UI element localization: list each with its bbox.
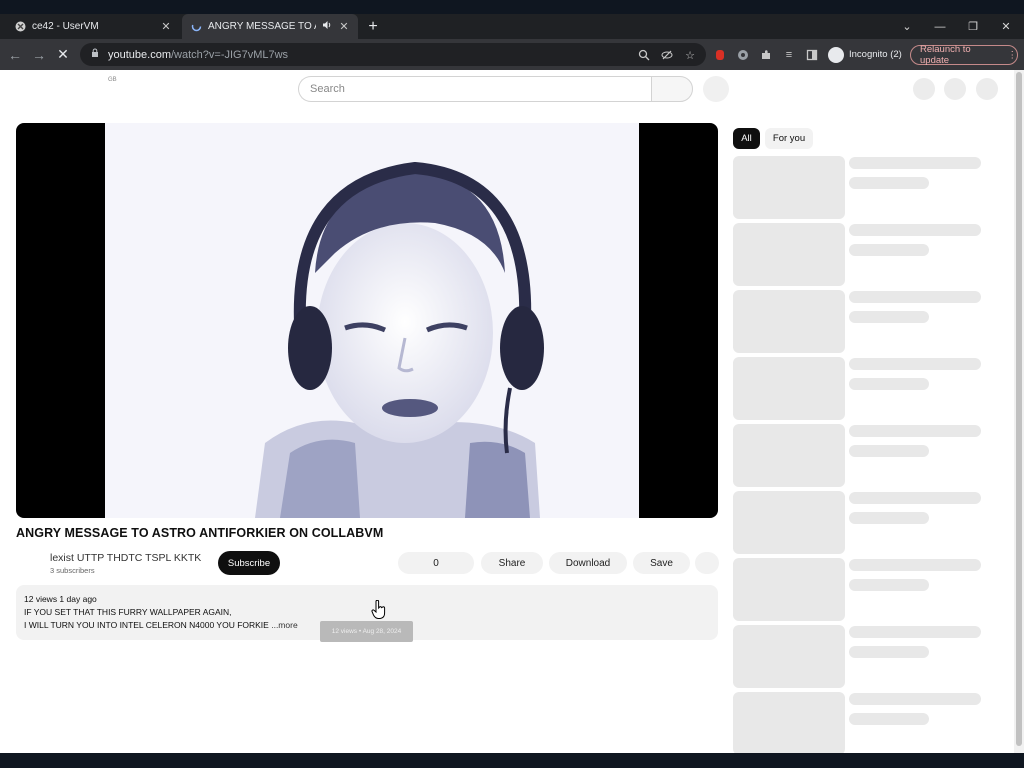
recommendation-skeleton[interactable] (733, 625, 983, 688)
kebab-menu-icon[interactable]: ⋮ (1008, 50, 1018, 61)
tab-close-icon[interactable]: ✕ (160, 20, 172, 33)
eye-off-icon[interactable] (659, 47, 675, 63)
url-path: /watch?v=-JIG7vML7ws (170, 48, 289, 61)
site-favicon-icon (14, 21, 26, 33)
channel-subscriber-count: 3 subscribers (50, 566, 95, 575)
video-frame (105, 123, 639, 518)
recommendation-skeleton[interactable] (733, 156, 983, 219)
save-button[interactable]: Save (633, 552, 690, 574)
media-controls-icon[interactable]: ≡ (781, 47, 797, 63)
site-info-icon[interactable] (90, 48, 100, 61)
minimize-icon[interactable]: — (925, 14, 955, 39)
create-button-placeholder[interactable] (913, 78, 935, 100)
search-box[interactable] (298, 76, 652, 102)
like-button[interactable]: 0 (398, 552, 474, 574)
extensions-puzzle-icon[interactable] (758, 47, 774, 63)
recommendation-skeleton[interactable] (733, 424, 983, 487)
tab-strip: ce42 - UserVM ✕ ANGRY MESSAGE TO ASTRO ✕ (0, 14, 1024, 39)
audio-playing-icon[interactable] (322, 20, 332, 33)
loading-spinner-icon (190, 21, 202, 33)
share-button[interactable]: Share (481, 552, 543, 574)
video-title: ANGRY MESSAGE TO ASTRO ANTIFORKIER ON CO… (16, 526, 384, 540)
address-bar[interactable]: youtube.com/watch?v=-JIG7vML7ws (80, 43, 706, 66)
tab-label: ce42 - UserVM (32, 21, 99, 32)
close-window-icon[interactable]: ✕ (991, 14, 1021, 39)
notifications-button-placeholder[interactable] (944, 78, 966, 100)
view-count-date: 12 views 1 day ago (24, 594, 97, 604)
browser-toolbar: ← → ✕ youtube.com/watch?v=-JIG7vML7ws ☆ … (0, 39, 1024, 70)
recommendation-skeleton[interactable] (733, 692, 983, 753)
recommendation-skeleton[interactable] (733, 290, 983, 353)
extension-red-icon[interactable] (712, 47, 728, 63)
description-line-1: IF YOU SET THAT THIS FURRY WALLPAPER AGA… (24, 607, 232, 617)
avatar-placeholder[interactable] (976, 78, 998, 100)
incognito-indicator[interactable]: Incognito (2) (828, 45, 902, 64)
relaunch-update-button[interactable]: Relaunch to update ⋮ (910, 44, 1018, 66)
chip-all[interactable]: All (733, 128, 760, 149)
recommendation-skeleton[interactable] (733, 491, 983, 554)
incognito-label: Incognito (2) (849, 49, 902, 60)
hand-cursor-icon (371, 599, 387, 625)
scrollbar-thumb[interactable] (1016, 72, 1022, 746)
search-input[interactable] (310, 83, 652, 95)
zoom-icon[interactable] (636, 47, 652, 63)
show-more-link[interactable]: ...more (271, 620, 297, 630)
back-arrow-icon[interactable]: ← (4, 39, 26, 70)
search-button[interactable] (651, 76, 693, 102)
channel-name[interactable]: lexist UTTP THDTC TSPL KKTK (50, 552, 201, 564)
recommendation-skeleton[interactable] (733, 357, 983, 420)
bottom-bar (0, 753, 1024, 768)
tab-close-icon[interactable]: ✕ (338, 20, 350, 33)
new-tab-button[interactable]: + (364, 14, 382, 39)
side-panel-icon[interactable] (804, 47, 820, 63)
extension-grey-icon[interactable] (735, 47, 751, 63)
restore-icon[interactable]: ❐ (958, 14, 988, 39)
chip-for-you[interactable]: For you (765, 128, 813, 149)
voice-search-button[interactable] (703, 76, 729, 102)
recommendation-skeleton[interactable] (733, 223, 983, 286)
tab-youtube-video[interactable]: ANGRY MESSAGE TO ASTRO ✕ (182, 14, 358, 39)
person-with-headphones-image (105, 123, 639, 518)
forward-arrow-icon[interactable]: → (28, 39, 50, 70)
logo-region-label: GB (108, 77, 117, 83)
subscribe-button[interactable]: Subscribe (218, 551, 280, 575)
tab-label: ANGRY MESSAGE TO ASTRO (208, 21, 316, 32)
youtube-page: GB Search ANGRY MESSAGE TO ASTRO ANTIFOR… (0, 70, 1014, 753)
url-host: youtube.com (108, 48, 171, 61)
date-tooltip: 12 views • Aug 28, 2024 (320, 621, 413, 642)
video-player[interactable] (16, 123, 718, 518)
stop-loading-icon[interactable]: ✕ (52, 39, 74, 70)
tab-uservm[interactable]: ce42 - UserVM ✕ (6, 14, 180, 39)
description-line-2: I WILL TURN YOU INTO INTEL CELERON N4000… (24, 620, 269, 630)
tab-search-icon[interactable]: ⌄ (892, 14, 922, 39)
bookmark-star-icon[interactable]: ☆ (682, 47, 698, 63)
more-actions-button[interactable] (695, 552, 719, 574)
recommendation-skeleton[interactable] (733, 558, 983, 621)
download-button[interactable]: Download (549, 552, 627, 574)
incognito-icon (828, 46, 844, 63)
relaunch-label: Relaunch to update (920, 44, 971, 66)
